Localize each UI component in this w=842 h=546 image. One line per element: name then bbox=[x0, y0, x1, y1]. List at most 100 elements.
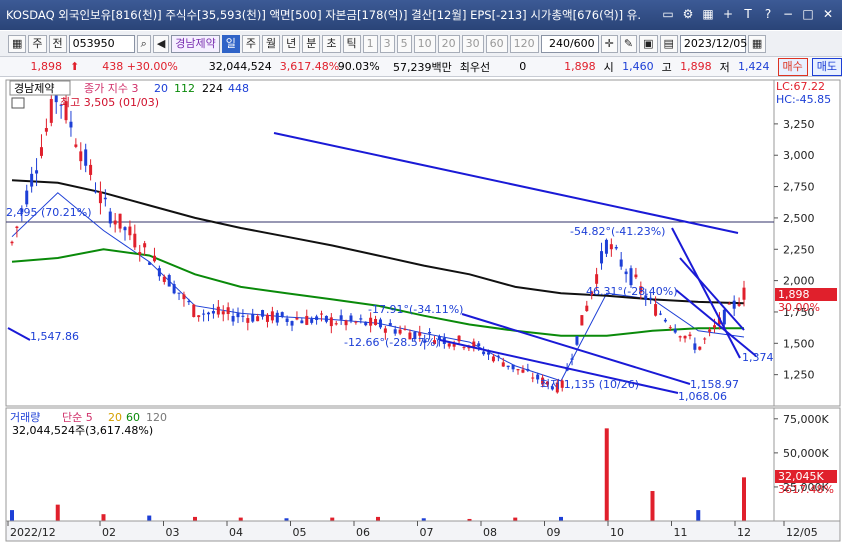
priority-value: 0 bbox=[519, 60, 527, 73]
count-input[interactable]: 240/600 bbox=[540, 34, 599, 53]
search-icon[interactable]: ⌕ bbox=[136, 34, 151, 53]
level-1374: 1,374 bbox=[742, 351, 774, 364]
price-volume-chart[interactable]: 3,2503,0002,7502,5002,2502,0001,7501,500… bbox=[0, 78, 842, 543]
angle-annotation-1: -54.82°(-41.23%) bbox=[570, 225, 665, 238]
minute-5-button[interactable]: 5 bbox=[396, 34, 412, 53]
price-tick-label-4: 2,250 bbox=[783, 243, 815, 256]
legend-close: 종가 지수 3 bbox=[84, 82, 138, 95]
x-tick-label-7: 08 bbox=[483, 526, 497, 539]
minute-60-button[interactable]: 60 bbox=[485, 34, 508, 53]
minute-120-button[interactable]: 120 bbox=[509, 34, 539, 53]
x-tick-label-11: 12 bbox=[737, 526, 751, 539]
period-minute-tab[interactable]: 분 bbox=[302, 34, 321, 53]
restore-icon[interactable]: □ bbox=[800, 6, 816, 22]
save-icon[interactable]: ▣ bbox=[639, 34, 658, 53]
minute-1-button[interactable]: 1 bbox=[362, 34, 378, 53]
candle-body bbox=[251, 313, 255, 322]
candle-body bbox=[315, 316, 319, 320]
lc-label: LC:67.22 bbox=[776, 80, 825, 93]
candle-body bbox=[133, 233, 137, 248]
candle-body bbox=[310, 319, 314, 323]
calendar-icon[interactable]: ▦ bbox=[747, 34, 767, 53]
minute-3-button[interactable]: 3 bbox=[379, 34, 395, 53]
open-price: 1,460 bbox=[622, 60, 654, 73]
minimize-icon[interactable]: − bbox=[780, 6, 796, 22]
candle-body bbox=[713, 325, 717, 328]
sell-button[interactable]: 매도 bbox=[811, 57, 842, 76]
prev-button[interactable]: 전 bbox=[48, 34, 67, 53]
candle-body bbox=[374, 319, 378, 326]
candle-body bbox=[344, 320, 348, 326]
x-tick-label-6: 07 bbox=[420, 526, 434, 539]
date-input[interactable]: 2023/12/05 bbox=[679, 34, 747, 53]
crosshair-icon[interactable]: ✛ bbox=[600, 34, 618, 53]
volume-bar-11 bbox=[513, 517, 518, 521]
minute-20-button[interactable]: 20 bbox=[437, 34, 460, 53]
volume-bar-8 bbox=[376, 516, 380, 521]
ratio-value: 90.03% bbox=[337, 60, 380, 73]
stock-code-input[interactable]: 053950 bbox=[68, 34, 135, 53]
period-day-tab[interactable]: 일 bbox=[221, 34, 240, 53]
candle-body bbox=[654, 304, 658, 316]
minute-10-button[interactable]: 10 bbox=[413, 34, 436, 53]
speaker-icon[interactable]: ◀ bbox=[152, 34, 170, 53]
candle-body bbox=[658, 313, 662, 315]
candle-body bbox=[732, 300, 736, 309]
period-second-tab[interactable]: 초 bbox=[322, 34, 341, 53]
chart-toolbar: ▦ 주 전 053950 ⌕ ◀ 경남제약 일 주 월 년 분 초 틱 1 3 … bbox=[0, 31, 842, 57]
add-icon[interactable]: + bbox=[720, 6, 736, 22]
text-icon[interactable]: T bbox=[740, 6, 756, 22]
settings-icon[interactable]: ⚙ bbox=[680, 6, 696, 22]
candle-body bbox=[226, 307, 230, 315]
period-month-tab[interactable]: 월 bbox=[262, 34, 281, 53]
chart-area[interactable]: 3,250 3,000 2,750 2,500 2,250 2,000 1,750 1,500… bbox=[0, 78, 842, 543]
high-label: 고 bbox=[661, 60, 672, 74]
help-icon[interactable]: ? bbox=[760, 6, 776, 22]
draw-icon[interactable]: ✎ bbox=[619, 34, 638, 53]
candle-body bbox=[157, 268, 161, 277]
candle-body bbox=[89, 164, 93, 175]
price-tick-label-3: 2,500 bbox=[783, 212, 815, 225]
candle-body bbox=[84, 149, 88, 166]
period-year-tab[interactable]: 년 bbox=[282, 34, 301, 53]
chart-type-icon[interactable]: ▤ bbox=[659, 34, 678, 53]
volume-tick-label-1: 50,000K bbox=[783, 447, 829, 460]
candle-body bbox=[275, 312, 279, 323]
market-select[interactable]: 주 bbox=[28, 34, 47, 53]
candle-body bbox=[511, 364, 515, 370]
period-tick-tab[interactable]: 틱 bbox=[342, 34, 361, 53]
volume-bar-15 bbox=[696, 510, 701, 521]
candle-body bbox=[25, 190, 29, 205]
angle-annotation-3: -17.91°(-34.11%) bbox=[368, 303, 463, 316]
stock-label: 경남제약 bbox=[14, 81, 54, 95]
candle-body bbox=[118, 213, 122, 229]
candle-body bbox=[44, 128, 48, 132]
candle-body bbox=[231, 315, 235, 322]
current-price: 1,898 bbox=[30, 60, 62, 73]
up-arrow-icon: ⬆ bbox=[69, 60, 80, 73]
candle-body bbox=[74, 144, 78, 147]
minute-30-button[interactable]: 30 bbox=[461, 34, 484, 53]
buy-button[interactable]: 매수 bbox=[777, 57, 808, 76]
candle-body bbox=[531, 377, 535, 379]
volume-bar-7 bbox=[330, 517, 335, 521]
x-tick-label-0: 2022/12 bbox=[10, 526, 56, 539]
candle-body bbox=[94, 191, 98, 193]
candle-body bbox=[452, 344, 456, 347]
candle-body bbox=[295, 318, 299, 320]
candle-body bbox=[167, 275, 171, 287]
legend-ma224: 224 bbox=[202, 82, 223, 95]
candle-body bbox=[211, 311, 215, 314]
volume-bar-0 bbox=[10, 510, 14, 521]
close-icon[interactable]: ✕ bbox=[820, 6, 836, 22]
volume-bar-3 bbox=[147, 515, 152, 521]
open-icon[interactable]: ▭ bbox=[660, 6, 676, 22]
grid-toggle-icon[interactable]: ▦ bbox=[8, 34, 27, 53]
candle-body bbox=[246, 318, 250, 323]
period-week-tab[interactable]: 주 bbox=[241, 34, 261, 53]
table-icon[interactable]: ▦ bbox=[700, 6, 716, 22]
volume-bar-14 bbox=[650, 491, 655, 521]
table-toggle-icon[interactable] bbox=[11, 97, 25, 109]
candle-body bbox=[49, 98, 53, 123]
candle-body bbox=[668, 327, 672, 329]
